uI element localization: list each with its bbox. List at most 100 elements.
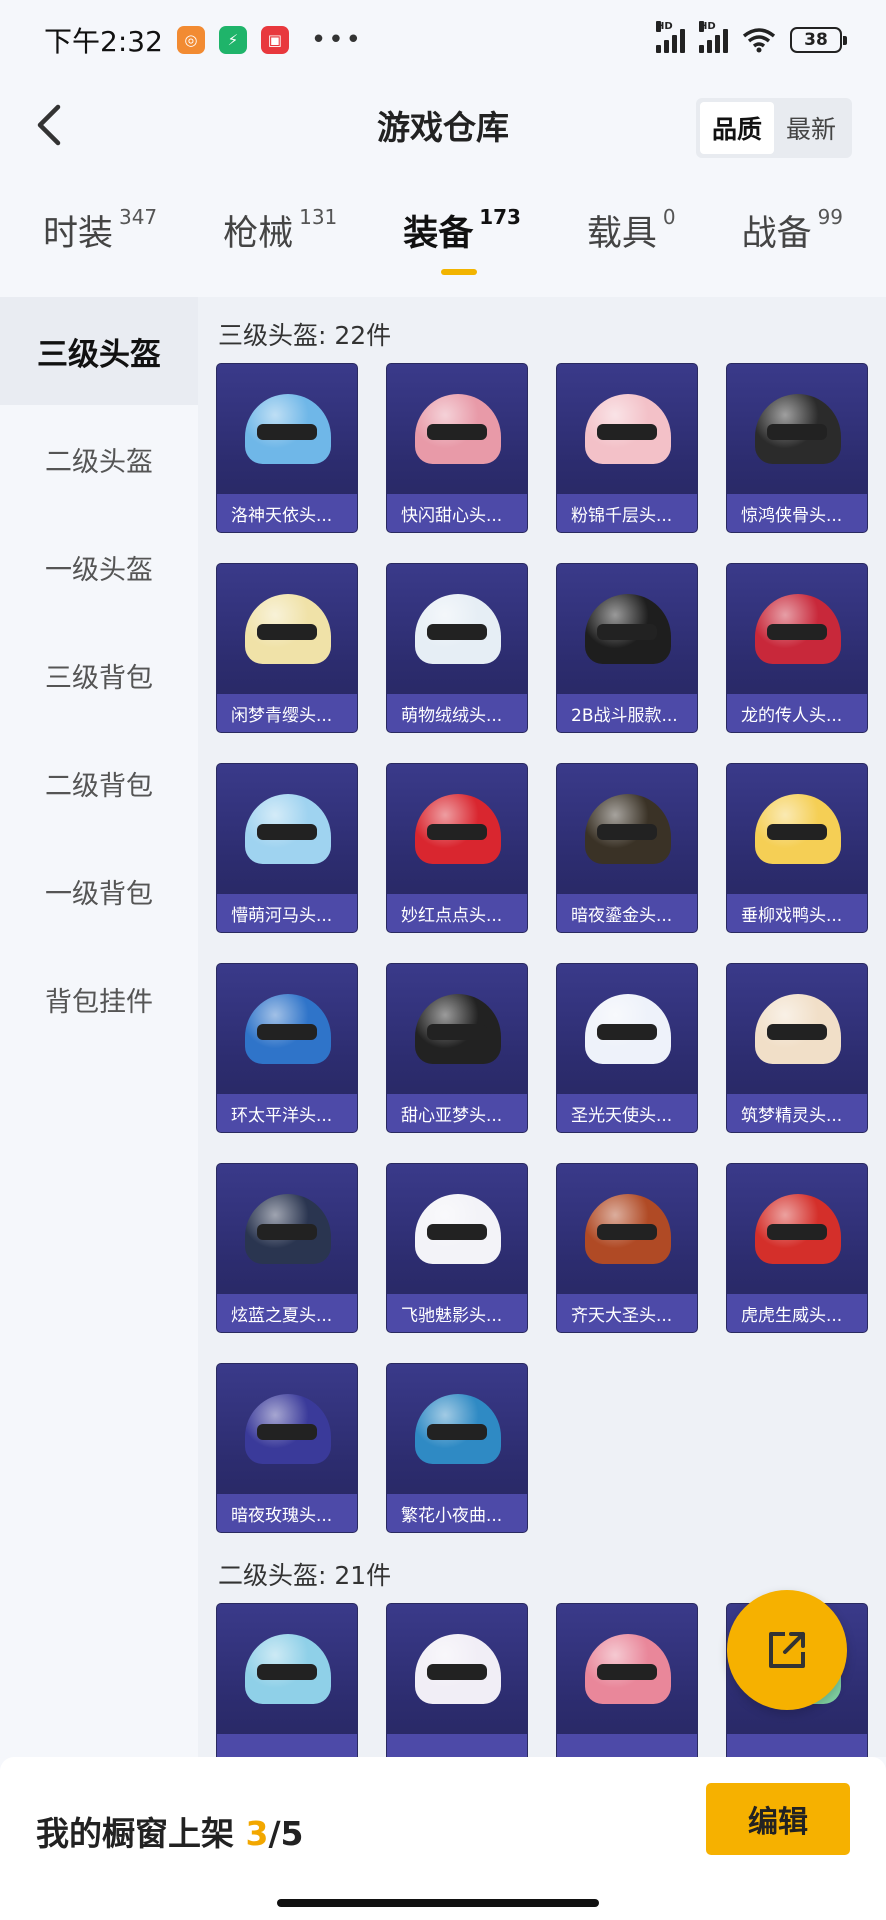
tab-count: 131: [299, 205, 338, 229]
tab-count: 0: [662, 205, 676, 229]
item-card[interactable]: 懵萌河马头...: [216, 763, 358, 933]
item-name: 繁花小夜曲...: [387, 1494, 527, 1532]
helmet-image: [387, 364, 527, 494]
sidebar-item-backpack-charm[interactable]: 背包挂件: [0, 945, 198, 1053]
helmet-image: [387, 1604, 527, 1734]
item-name: [557, 1734, 697, 1757]
sidebar-item-level2-helmet[interactable]: 二级头盔: [0, 405, 198, 513]
sidebar-item-level3-helmet[interactable]: 三级头盔: [0, 297, 198, 405]
sort-option-newest[interactable]: 最新: [774, 102, 848, 154]
item-card[interactable]: 繁花小夜曲...: [386, 1363, 528, 1533]
item-name: 粉锦千层头...: [557, 494, 697, 532]
tab-supplies[interactable]: 战备 99: [742, 205, 843, 295]
item-name: 懵萌河马头...: [217, 894, 357, 932]
helmet-image: [387, 764, 527, 894]
item-card[interactable]: 闲梦青缨头...: [216, 563, 358, 733]
helmet-image: [387, 564, 527, 694]
item-card[interactable]: 暗夜鎏金头...: [556, 763, 698, 933]
tab-equipment[interactable]: 装备 173: [403, 205, 521, 295]
item-card[interactable]: 龙的传人头...: [726, 563, 868, 733]
item-card[interactable]: [216, 1603, 358, 1757]
page-title: 游戏仓库: [377, 108, 509, 147]
helmet-image: [557, 964, 697, 1094]
signal-icon: HD: [656, 21, 685, 53]
helmet-image: [727, 364, 867, 494]
status-bar: 下午2:32 ◎ ⚡ ▣ ••• HD HD 38: [0, 0, 886, 80]
tab-count: 99: [817, 205, 844, 229]
sidebar-item-level1-backpack[interactable]: 一级背包: [0, 837, 198, 945]
item-card[interactable]: 圣光天使头...: [556, 963, 698, 1133]
helmet-image: [727, 764, 867, 894]
tab-guns[interactable]: 枪械 131: [223, 205, 337, 295]
helmet-image: [387, 1364, 527, 1494]
item-card[interactable]: 2B战斗服款...: [556, 563, 698, 733]
item-card[interactable]: 炫蓝之夏头...: [216, 1163, 358, 1333]
item-name: 惊鸿侠骨头...: [727, 494, 867, 532]
helmet-image: [557, 364, 697, 494]
item-card[interactable]: 垂柳戏鸭头...: [726, 763, 868, 933]
helmet-image: [557, 1164, 697, 1294]
edit-button[interactable]: 编辑: [706, 1783, 850, 1855]
item-name: 龙的传人头...: [727, 694, 867, 732]
share-button[interactable]: [727, 1590, 847, 1710]
item-name: 炫蓝之夏头...: [217, 1294, 357, 1332]
item-card[interactable]: 虎虎生威头...: [726, 1163, 868, 1333]
item-name: [387, 1734, 527, 1757]
item-name: 妙红点点头...: [387, 894, 527, 932]
signal-icon-2: HD: [699, 21, 728, 53]
item-card[interactable]: 妙红点点头...: [386, 763, 528, 933]
helmet-image: [217, 1164, 357, 1294]
home-indicator[interactable]: [277, 1899, 599, 1907]
sort-option-quality[interactable]: 品质: [699, 102, 774, 154]
back-button[interactable]: [26, 102, 72, 148]
showcase-status: 我的橱窗上架 3/5: [36, 1814, 304, 1853]
item-card[interactable]: [386, 1603, 528, 1757]
active-tab-indicator: [441, 269, 478, 275]
sidebar-item-level3-backpack[interactable]: 三级背包: [0, 621, 198, 729]
category-tabs: 时装 347 枪械 131 装备 173 载具 0 战备 99: [0, 205, 886, 295]
item-name: 快闪甜心头...: [387, 494, 527, 532]
sidebar-item-level1-helmet[interactable]: 一级头盔: [0, 513, 198, 621]
item-card[interactable]: 齐天大圣头...: [556, 1163, 698, 1333]
tab-fashion[interactable]: 时装 347: [43, 205, 157, 295]
item-name: 闲梦青缨头...: [217, 694, 357, 732]
sort-toggle: 品质 最新: [695, 98, 852, 158]
item-card[interactable]: 甜心亚梦头...: [386, 963, 528, 1133]
section-title: 二级头盔: 21件: [218, 1561, 392, 1590]
showcase-current: 3: [245, 1814, 269, 1853]
item-card[interactable]: 筑梦精灵头...: [726, 963, 868, 1133]
item-card[interactable]: 惊鸿侠骨头...: [726, 363, 868, 533]
tab-vehicles[interactable]: 载具 0: [587, 205, 676, 295]
item-card[interactable]: [556, 1603, 698, 1757]
sidebar-item-level2-backpack[interactable]: 二级背包: [0, 729, 198, 837]
helmet-image: [557, 564, 697, 694]
showcase-bar: 我的橱窗上架 3/5 编辑: [0, 1757, 886, 1920]
tab-count: 173: [479, 205, 521, 229]
item-list[interactable]: 三级头盔: 22件 洛神天依头... 快闪甜心头... 粉锦千层头... 惊鸿侠骨头.…: [198, 297, 886, 1757]
item-card[interactable]: 萌物绒绒头...: [386, 563, 528, 733]
helmet-image: [557, 1604, 697, 1734]
item-card[interactable]: 环太平洋头...: [216, 963, 358, 1133]
item-name: 萌物绒绒头...: [387, 694, 527, 732]
item-card[interactable]: 飞驰魅影头...: [386, 1163, 528, 1333]
item-name: 环太平洋头...: [217, 1094, 357, 1132]
app-header: 游戏仓库 品质 最新: [0, 80, 886, 170]
battery-icon: 38: [790, 27, 847, 53]
helmet-image: [387, 964, 527, 1094]
item-name: 飞驰魅影头...: [387, 1294, 527, 1332]
helmet-image: [727, 564, 867, 694]
item-name: 垂柳戏鸭头...: [727, 894, 867, 932]
tab-count: 347: [118, 205, 158, 229]
item-name: 暗夜玫瑰头...: [217, 1494, 357, 1532]
item-card[interactable]: 洛神天依头...: [216, 363, 358, 533]
item-card[interactable]: 暗夜玫瑰头...: [216, 1363, 358, 1533]
item-name: 圣光天使头...: [557, 1094, 697, 1132]
item-card[interactable]: 粉锦千层头...: [556, 363, 698, 533]
item-name: 筑梦精灵头...: [727, 1094, 867, 1132]
showcase-total: 5: [280, 1814, 304, 1853]
item-card[interactable]: 快闪甜心头...: [386, 363, 528, 533]
helmet-image: [557, 764, 697, 894]
chevron-left-icon: [37, 104, 61, 146]
item-grid: 洛神天依头... 快闪甜心头... 粉锦千层头... 惊鸿侠骨头... 闲梦青缨头...…: [198, 353, 886, 1533]
helmet-image: [727, 1164, 867, 1294]
